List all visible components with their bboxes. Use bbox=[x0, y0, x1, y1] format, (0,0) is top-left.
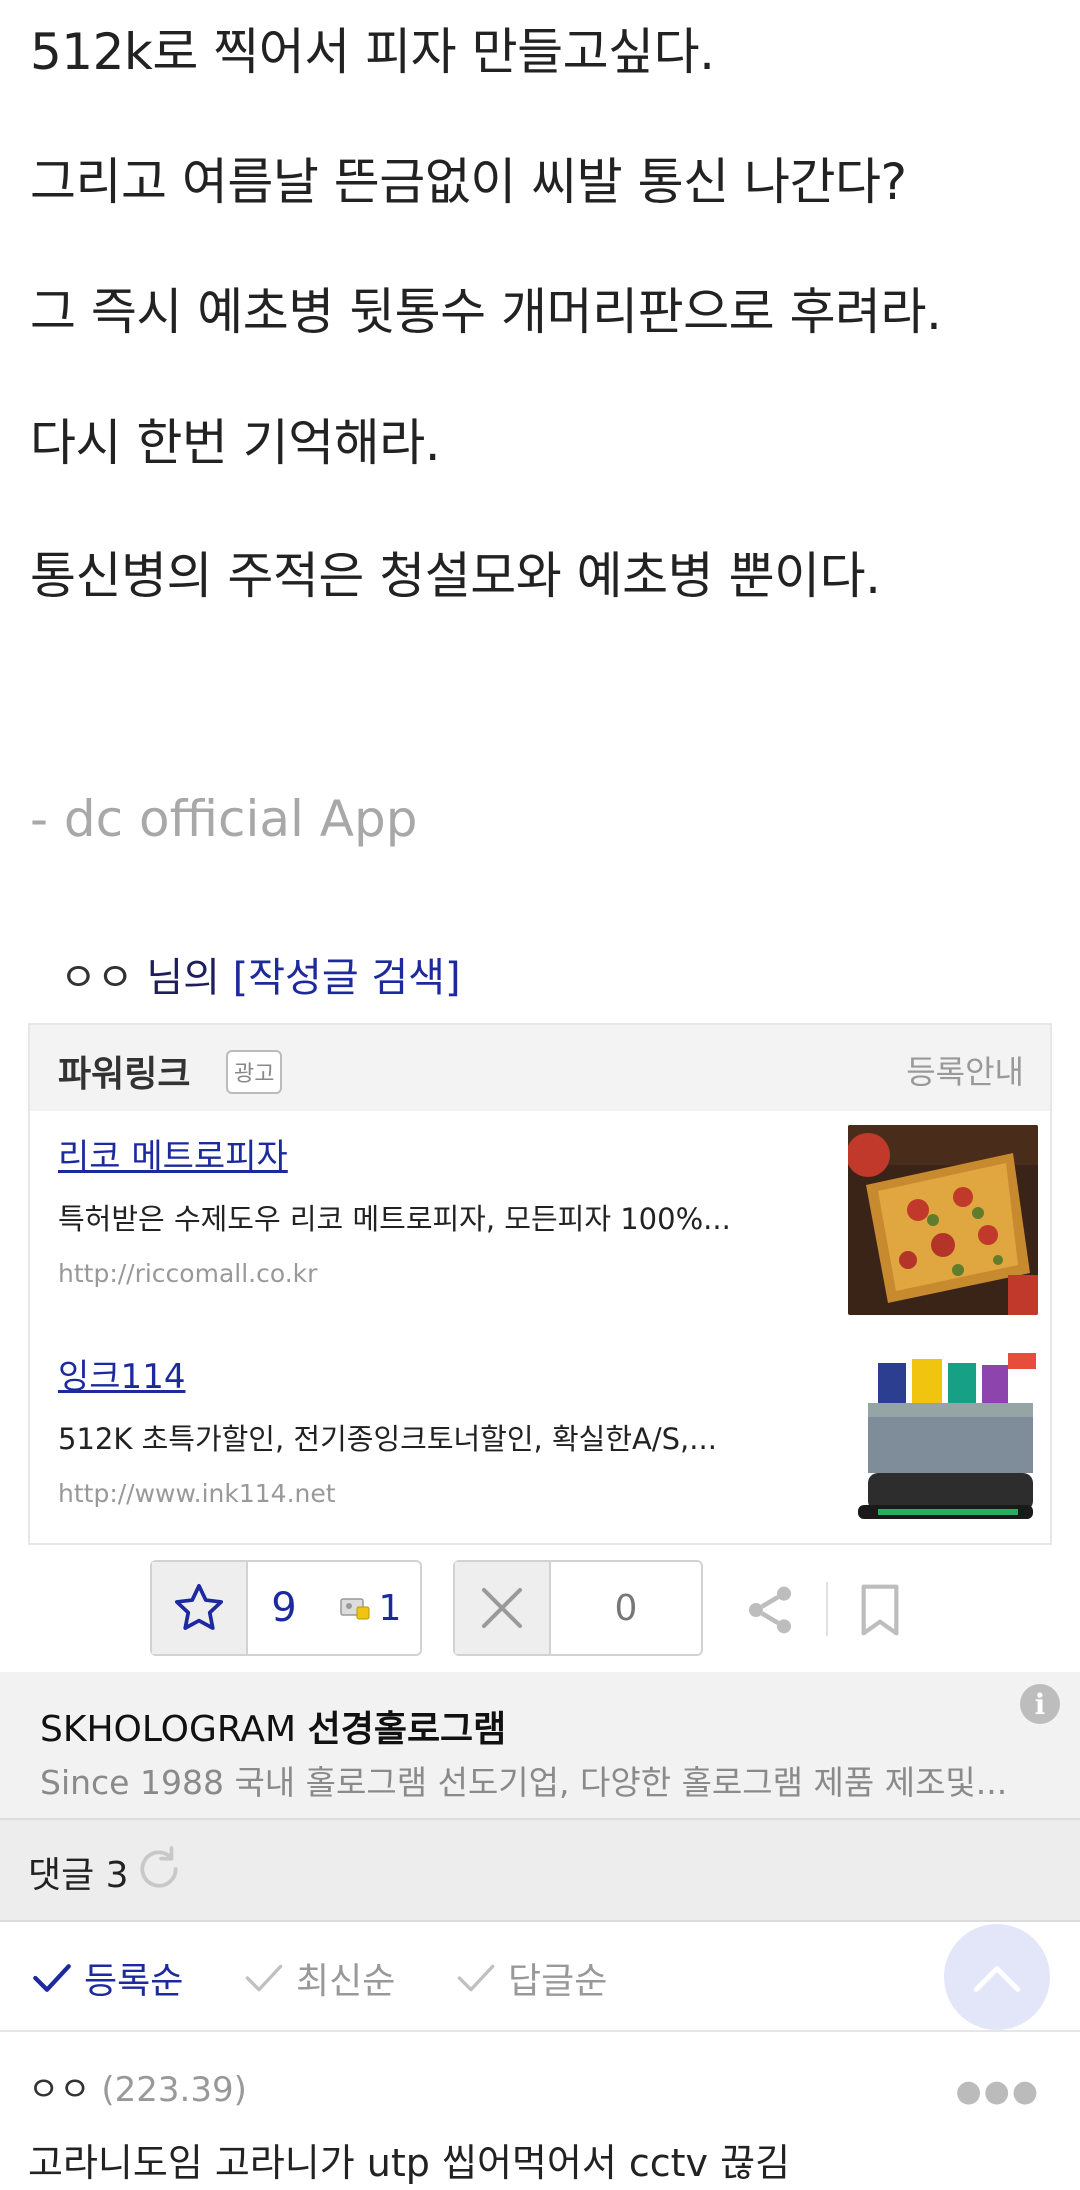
sponsored-banner[interactable]: SKHOLOGRAM 선경홀로그램 Since 1988 국내 홀로그램 선도기… bbox=[0, 1672, 1080, 1818]
reaction-bar: 9 1 0 bbox=[0, 1560, 1080, 1660]
post-line: 다시 한번 기억해라. bbox=[30, 414, 441, 472]
divider bbox=[826, 1582, 828, 1636]
author-search-link[interactable]: [작성글 검색] bbox=[233, 955, 461, 1001]
check-icon bbox=[457, 1964, 495, 1992]
sort-label: 등록순 bbox=[84, 1961, 184, 2002]
recommend-group: 9 1 bbox=[150, 1560, 422, 1656]
sponsored-description: Since 1988 국내 홀로그램 선도기업, 다양한 홀로그램 제품 제조및… bbox=[40, 1763, 1008, 1802]
ad-item[interactable]: 잉크114 512K 초특가할인, 전기종잉크토너할인, 확실한A/S,... … bbox=[30, 1331, 1050, 1551]
author-row: ㅇㅇ 님의 [작성글 검색] bbox=[60, 945, 461, 1003]
comment-sort-bar: 등록순 최신순 답글순 bbox=[0, 1922, 1080, 2032]
not-recommend-count: 0 bbox=[614, 1587, 638, 1629]
post-line: 그리고 여름날 뜬금없이 씨발 통신 나간다? bbox=[30, 153, 907, 211]
app-signature: - dc official App bbox=[30, 790, 418, 848]
sort-label: 최신순 bbox=[296, 1961, 396, 2002]
comment-header: 댓글 3 bbox=[0, 1818, 1080, 1922]
sponsored-brand: SKHOLOGRAM bbox=[40, 1709, 297, 1750]
author-suffix: 님의 bbox=[146, 955, 220, 1001]
share-icon[interactable] bbox=[742, 1582, 798, 1638]
info-icon[interactable]: i bbox=[1020, 1684, 1060, 1724]
not-recommend-count-cell: 0 bbox=[551, 1562, 701, 1654]
ad-description: 512K 초특가할인, 전기종잉크토너할인, 확실한A/S,... bbox=[58, 1422, 717, 1456]
not-recommend-group: 0 bbox=[453, 1560, 703, 1656]
powerlink-title: 파워링크 bbox=[58, 1054, 191, 1095]
post-line: 512k로 찍어서 피자 만들고싶다. bbox=[30, 23, 715, 81]
ad-description: 특허받은 수제도우 리코 메트로피자, 모든피자 100%... bbox=[58, 1202, 731, 1236]
sort-label: 답글순 bbox=[508, 1961, 608, 2002]
sponsored-title: SKHOLOGRAM 선경홀로그램 bbox=[40, 1700, 506, 1752]
chevron-up-icon bbox=[973, 1966, 1021, 1992]
sponsored-brand-ko: 선경홀로그램 bbox=[307, 1709, 507, 1750]
refresh-icon[interactable] bbox=[134, 1844, 184, 1894]
check-icon bbox=[245, 1964, 283, 1992]
fixed-recommend-count: 1 bbox=[378, 1587, 402, 1629]
x-icon bbox=[481, 1587, 523, 1629]
check-icon bbox=[33, 1964, 71, 1992]
bookmark-icon[interactable] bbox=[856, 1582, 904, 1638]
comment-ip: (223.39) bbox=[101, 2070, 247, 2110]
more-options-icon[interactable]: ●●● bbox=[955, 2074, 1040, 2109]
comment-item: ㅇㅇ (223.39) ●●● 고라니도임 고라니가 utp 씹어먹어서 cct… bbox=[0, 2032, 1080, 2190]
star-icon bbox=[174, 1583, 224, 1630]
ad-item[interactable]: 리코 메트로피자 특허받은 수제도우 리코 메트로피자, 모든피자 100%..… bbox=[30, 1111, 1050, 1331]
post-line: 그 즉시 예초병 뒷통수 개머리판으로 후려라. bbox=[30, 283, 942, 341]
powerlink-ad-box: 파워링크 광고 등록안내 리코 메트로피자 특허받은 수제도우 리코 메트로피자… bbox=[28, 1023, 1052, 1545]
ad-badge: 광고 bbox=[226, 1050, 283, 1094]
comment-count: 댓글 3 bbox=[28, 1855, 129, 1896]
recommend-button[interactable] bbox=[152, 1562, 248, 1654]
fixed-recommend-cell: 1 bbox=[320, 1562, 420, 1654]
powerlink-header: 파워링크 광고 등록안내 bbox=[30, 1025, 1050, 1111]
scroll-top-button[interactable] bbox=[944, 1924, 1050, 2030]
ad-url[interactable]: http://www.ink114.net bbox=[58, 1479, 336, 1508]
register-ad-link[interactable]: 등록안내 bbox=[906, 1047, 1024, 1093]
fixed-recommend-icon bbox=[339, 1598, 370, 1620]
author-nickname[interactable]: ㅇㅇ bbox=[60, 955, 134, 1001]
recommend-count-cell: 9 bbox=[248, 1562, 320, 1654]
ad-title[interactable]: 리코 메트로피자 bbox=[58, 1129, 288, 1178]
recommend-count: 9 bbox=[271, 1585, 297, 1631]
comment-author-row: ㅇㅇ (223.39) bbox=[28, 2062, 247, 2111]
post-line: 통신병의 주적은 청설모와 예초병 뿐이다. bbox=[30, 547, 881, 605]
sort-option-registered[interactable]: 등록순 bbox=[32, 1952, 183, 2004]
comment-text: 고라니도임 고라니가 utp 씹어먹어서 cctv 끊김 bbox=[28, 2141, 791, 2185]
sort-option-latest[interactable]: 최신순 bbox=[244, 1952, 395, 2004]
ad-title[interactable]: 잉크114 bbox=[58, 1349, 185, 1398]
sort-option-replies[interactable]: 답글순 bbox=[456, 1952, 607, 2004]
not-recommend-button[interactable] bbox=[455, 1562, 551, 1654]
toner-cartridge-image[interactable] bbox=[848, 1345, 1038, 1535]
comment-author[interactable]: ㅇㅇ bbox=[28, 2070, 91, 2110]
pizza-image[interactable] bbox=[848, 1125, 1038, 1315]
ad-url[interactable]: http://riccomall.co.kr bbox=[58, 1259, 317, 1288]
